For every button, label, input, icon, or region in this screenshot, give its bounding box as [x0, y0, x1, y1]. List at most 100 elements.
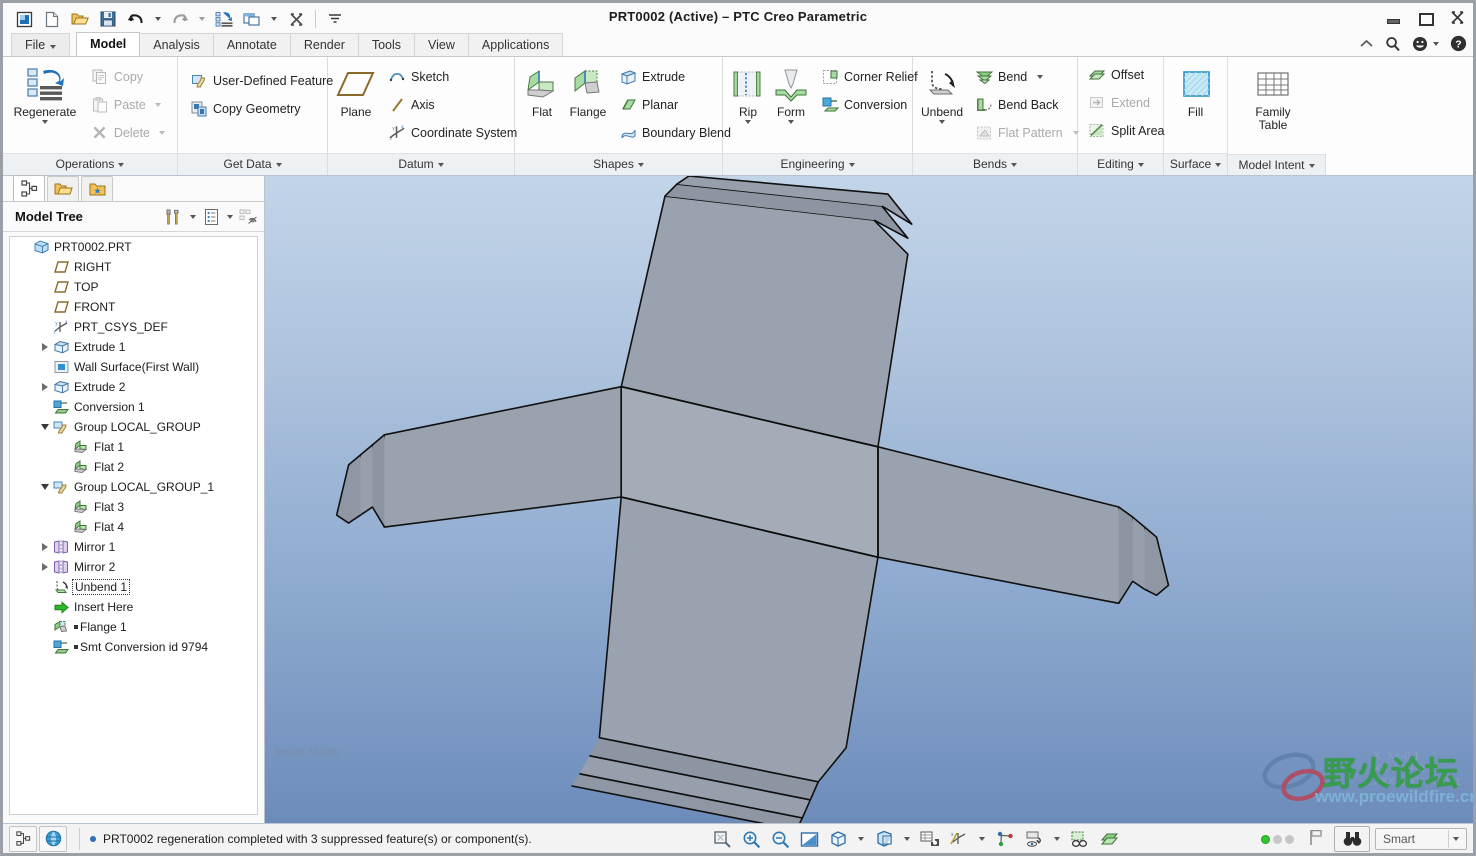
corner-relief-button[interactable]: Corner Relief: [815, 63, 924, 90]
group-label-get-data[interactable]: Get Data: [178, 153, 327, 175]
tab-analysis[interactable]: Analysis: [139, 33, 214, 56]
regenerate-dropdown-icon[interactable]: [41, 120, 48, 124]
planar-button[interactable]: Planar: [613, 91, 737, 118]
rip-button[interactable]: Rip: [729, 62, 767, 127]
bend-back-button[interactable]: Bend Back: [969, 91, 1085, 118]
tree-item[interactable]: y x z PRT_CSYS_DEF: [10, 317, 257, 337]
coordinate-system-button[interactable]: y x z Coordinate System: [382, 119, 523, 146]
tab-tools[interactable]: Tools: [357, 33, 416, 56]
expand-arrow-icon[interactable]: [38, 383, 52, 391]
collapse-arrow-icon[interactable]: [38, 424, 52, 430]
tree-item[interactable]: Flat 1: [10, 437, 257, 457]
tree-item[interactable]: Flat 3: [10, 497, 257, 517]
view-manager-icon[interactable]: [917, 826, 943, 852]
tree-item[interactable]: FRONT: [10, 297, 257, 317]
split-area-button[interactable]: Split Area: [1084, 117, 1169, 144]
offset-button[interactable]: Offset: [1084, 61, 1169, 88]
regenerate-button[interactable]: Regenerate: [9, 62, 81, 127]
tree-item[interactable]: Unbend 1: [10, 577, 257, 597]
form-button[interactable]: Form: [771, 62, 811, 127]
flag-icon[interactable]: [1309, 829, 1323, 849]
flange-button[interactable]: Flange: [567, 62, 609, 122]
minimize-button[interactable]: [1385, 10, 1401, 26]
folder-browser-tab[interactable]: [47, 176, 79, 201]
minimize-ribbon-icon[interactable]: [1359, 38, 1374, 49]
account-icon[interactable]: [1412, 36, 1439, 52]
tree-item[interactable]: Flat 4: [10, 517, 257, 537]
spin-center-dropdown-icon[interactable]: [1050, 826, 1064, 852]
conversion-button[interactable]: Conversion: [815, 91, 924, 118]
tree-item[interactable]: Mirror 1: [10, 537, 257, 557]
expand-arrow-icon[interactable]: [38, 543, 52, 551]
refit-icon[interactable]: [709, 826, 735, 852]
zoom-in-icon[interactable]: [738, 826, 764, 852]
sketch-button[interactable]: Sketch: [382, 63, 523, 90]
tree-columns-icon[interactable]: [201, 207, 221, 227]
extrude-button[interactable]: Extrude: [613, 63, 737, 90]
tree-item[interactable]: Insert Here: [10, 597, 257, 617]
tab-view[interactable]: View: [414, 33, 469, 56]
unbend-button[interactable]: Unbend: [919, 62, 965, 127]
close-button[interactable]: [1449, 10, 1465, 26]
zoom-out-icon[interactable]: [767, 826, 793, 852]
maximize-button[interactable]: [1417, 10, 1434, 26]
browser-toggle-button[interactable]: [39, 825, 67, 852]
boundary-blend-button[interactable]: Boundary Blend: [613, 119, 737, 146]
tree-item[interactable]: Flange 1: [10, 617, 257, 637]
settings-tools-dropdown-icon[interactable]: [187, 207, 198, 227]
tree-item[interactable]: Flat 2: [10, 457, 257, 477]
tree-item[interactable]: Mirror 2: [10, 557, 257, 577]
datum-display-icon[interactable]: x: [946, 826, 972, 852]
display-style-dropdown-icon[interactable]: [854, 826, 868, 852]
model-tree-toggle-button[interactable]: [9, 825, 37, 852]
tree-item[interactable]: Extrude 2: [10, 377, 257, 397]
unbend-dropdown-icon[interactable]: [939, 120, 946, 124]
annotation-display-icon[interactable]: [992, 826, 1018, 852]
search-tool-button[interactable]: [1334, 826, 1370, 852]
tree-item[interactable]: Group LOCAL_GROUP: [10, 417, 257, 437]
tree-item[interactable]: RIGHT: [10, 257, 257, 277]
flat-button[interactable]: Flat: [521, 62, 563, 122]
search-icon[interactable]: [1385, 36, 1401, 52]
tab-applications[interactable]: Applications: [467, 33, 564, 56]
tree-filter-icon[interactable]: [238, 207, 258, 227]
tree-item[interactable]: Smt Conversion id 9794: [10, 637, 257, 657]
spin-center-icon[interactable]: [1021, 826, 1047, 852]
layer-visibility-icon[interactable]: [1067, 826, 1093, 852]
tab-file[interactable]: File: [11, 33, 71, 56]
group-label-surface[interactable]: Surface: [1164, 153, 1227, 175]
group-label-datum[interactable]: Datum: [328, 153, 514, 175]
tree-item[interactable]: Extrude 1: [10, 337, 257, 357]
rip-dropdown-icon[interactable]: [745, 120, 751, 124]
tree-item[interactable]: TOP: [10, 277, 257, 297]
form-dropdown-icon[interactable]: [788, 120, 794, 124]
bend-button[interactable]: Bend: [969, 63, 1085, 90]
display-style-icon[interactable]: [825, 826, 851, 852]
group-label-shapes[interactable]: Shapes: [515, 153, 722, 175]
fill-button[interactable]: Fill: [1170, 62, 1221, 122]
axis-button[interactable]: Axis: [382, 91, 523, 118]
settings-tools-icon[interactable]: [164, 207, 184, 227]
favorites-tab[interactable]: [81, 176, 113, 201]
tab-render[interactable]: Render: [289, 33, 359, 56]
expand-arrow-icon[interactable]: [38, 343, 52, 351]
group-label-model-intent[interactable]: Model Intent: [1228, 154, 1326, 175]
datum-display-dropdown-icon[interactable]: [975, 826, 989, 852]
saved-view-icon[interactable]: [871, 826, 897, 852]
model-tree-tab[interactable]: [13, 175, 45, 201]
repaint-icon[interactable]: [796, 826, 822, 852]
expand-arrow-icon[interactable]: [38, 563, 52, 571]
group-label-engineering[interactable]: Engineering: [723, 153, 912, 175]
saved-view-dropdown-icon[interactable]: [900, 826, 914, 852]
family-table-button[interactable]: Family Table: [1236, 62, 1310, 135]
group-label-editing[interactable]: Editing: [1078, 153, 1163, 175]
tree-item[interactable]: Group LOCAL_GROUP_1: [10, 477, 257, 497]
help-icon[interactable]: ?: [1450, 35, 1467, 52]
tree-item[interactable]: Conversion 1: [10, 397, 257, 417]
appearance-icon[interactable]: [1096, 826, 1122, 852]
group-label-operations[interactable]: Operations: [3, 153, 177, 175]
plane-button[interactable]: Plane: [334, 62, 378, 122]
tree-item[interactable]: PRT0002.PRT: [10, 237, 257, 257]
tab-model[interactable]: Model: [76, 32, 141, 56]
bend-dropdown-icon[interactable]: [1037, 74, 1044, 79]
